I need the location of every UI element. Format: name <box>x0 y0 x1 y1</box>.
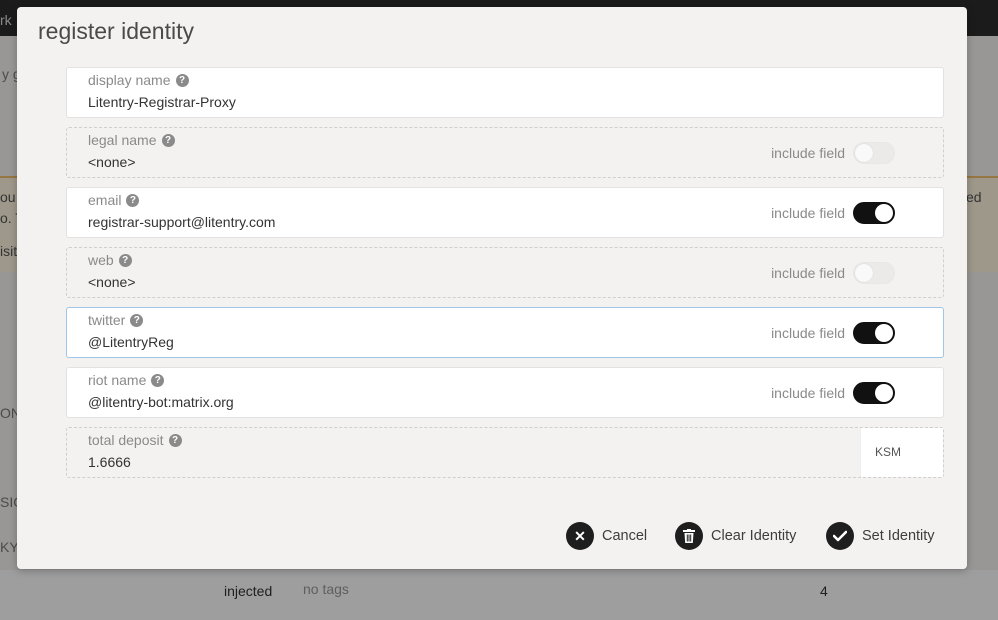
close-icon: ✕ <box>566 522 594 550</box>
include-legal-name-toggle[interactable] <box>853 142 895 164</box>
include-field-control: include field <box>771 262 895 284</box>
field-label-text: email <box>88 192 122 208</box>
deposit-unit: KSM <box>860 428 943 477</box>
help-icon[interactable]: ? <box>175 73 189 87</box>
email-label: email ? <box>88 192 140 208</box>
include-twitter-toggle[interactable] <box>853 322 895 344</box>
help-icon[interactable]: ? <box>151 373 165 387</box>
twitter-input[interactable]: @LitentryReg <box>88 334 174 350</box>
include-field-control: include field <box>771 202 895 224</box>
display-name-label: display name ? <box>88 72 189 88</box>
include-field-control: include field <box>771 142 895 164</box>
web-input[interactable]: <none> <box>88 274 136 290</box>
field-label-text: twitter <box>88 312 126 328</box>
legal-name-field[interactable]: legal name ? <none> include field <box>66 127 944 178</box>
legal-name-label: legal name ? <box>88 132 175 148</box>
include-web-toggle[interactable] <box>853 262 895 284</box>
include-field-label: include field <box>771 145 845 161</box>
register-identity-modal: register identity display name ? Litentr… <box>17 7 967 569</box>
cancel-button[interactable]: ✕ Cancel <box>566 522 647 550</box>
help-icon[interactable]: ? <box>126 193 140 207</box>
help-icon[interactable]: ? <box>118 253 132 267</box>
toggle-knob <box>855 144 873 162</box>
field-label-text: total deposit <box>88 432 164 448</box>
toggle-knob <box>875 204 893 222</box>
riot-name-field[interactable]: riot name ? @litentry-bot:matrix.org inc… <box>66 367 944 418</box>
riot-name-input[interactable]: @litentry-bot:matrix.org <box>88 394 234 410</box>
set-identity-button[interactable]: Set Identity <box>826 522 935 550</box>
include-field-label: include field <box>771 385 845 401</box>
include-field-label: include field <box>771 265 845 281</box>
cancel-label: Cancel <box>602 528 648 544</box>
field-label-text: legal name <box>88 132 157 148</box>
include-riot-name-toggle[interactable] <box>853 382 895 404</box>
checkmark-icon <box>826 522 854 550</box>
field-label-text: web <box>88 252 114 268</box>
display-name-input[interactable]: Litentry-Registrar-Proxy <box>88 94 236 110</box>
legal-name-input[interactable]: <none> <box>88 154 136 170</box>
include-field-control: include field <box>771 322 895 344</box>
help-icon[interactable]: ? <box>161 133 175 147</box>
toggle-knob <box>875 324 893 342</box>
total-deposit-value: 1.6666 <box>88 454 131 470</box>
modal-title: register identity <box>38 18 194 44</box>
twitter-label: twitter ? <box>88 312 144 328</box>
include-field-control: include field <box>771 382 895 404</box>
include-field-label: include field <box>771 325 845 341</box>
field-label-text: display name <box>88 72 171 88</box>
twitter-field[interactable]: twitter ? @LitentryReg include field <box>66 307 944 358</box>
help-icon[interactable]: ? <box>130 313 144 327</box>
toggle-knob <box>855 264 873 282</box>
riot-name-label: riot name ? <box>88 372 165 388</box>
toggle-knob <box>875 384 893 402</box>
set-identity-label: Set Identity <box>862 528 935 544</box>
web-label: web ? <box>88 252 132 268</box>
email-field[interactable]: email ? registrar-support@litentry.com i… <box>66 187 944 238</box>
clear-identity-button[interactable]: Clear Identity <box>675 522 796 550</box>
total-deposit-label: total deposit ? <box>88 432 182 448</box>
help-icon[interactable]: ? <box>168 433 182 447</box>
display-name-field[interactable]: display name ? Litentry-Registrar-Proxy <box>66 67 944 118</box>
field-label-text: riot name <box>88 372 147 388</box>
email-input[interactable]: registrar-support@litentry.com <box>88 214 275 230</box>
web-field[interactable]: web ? <none> include field <box>66 247 944 298</box>
trash-icon <box>675 522 703 550</box>
include-email-toggle[interactable] <box>853 202 895 224</box>
clear-identity-label: Clear Identity <box>711 528 797 544</box>
total-deposit-field: total deposit ? 1.6666 KSM <box>66 427 944 478</box>
include-field-label: include field <box>771 205 845 221</box>
